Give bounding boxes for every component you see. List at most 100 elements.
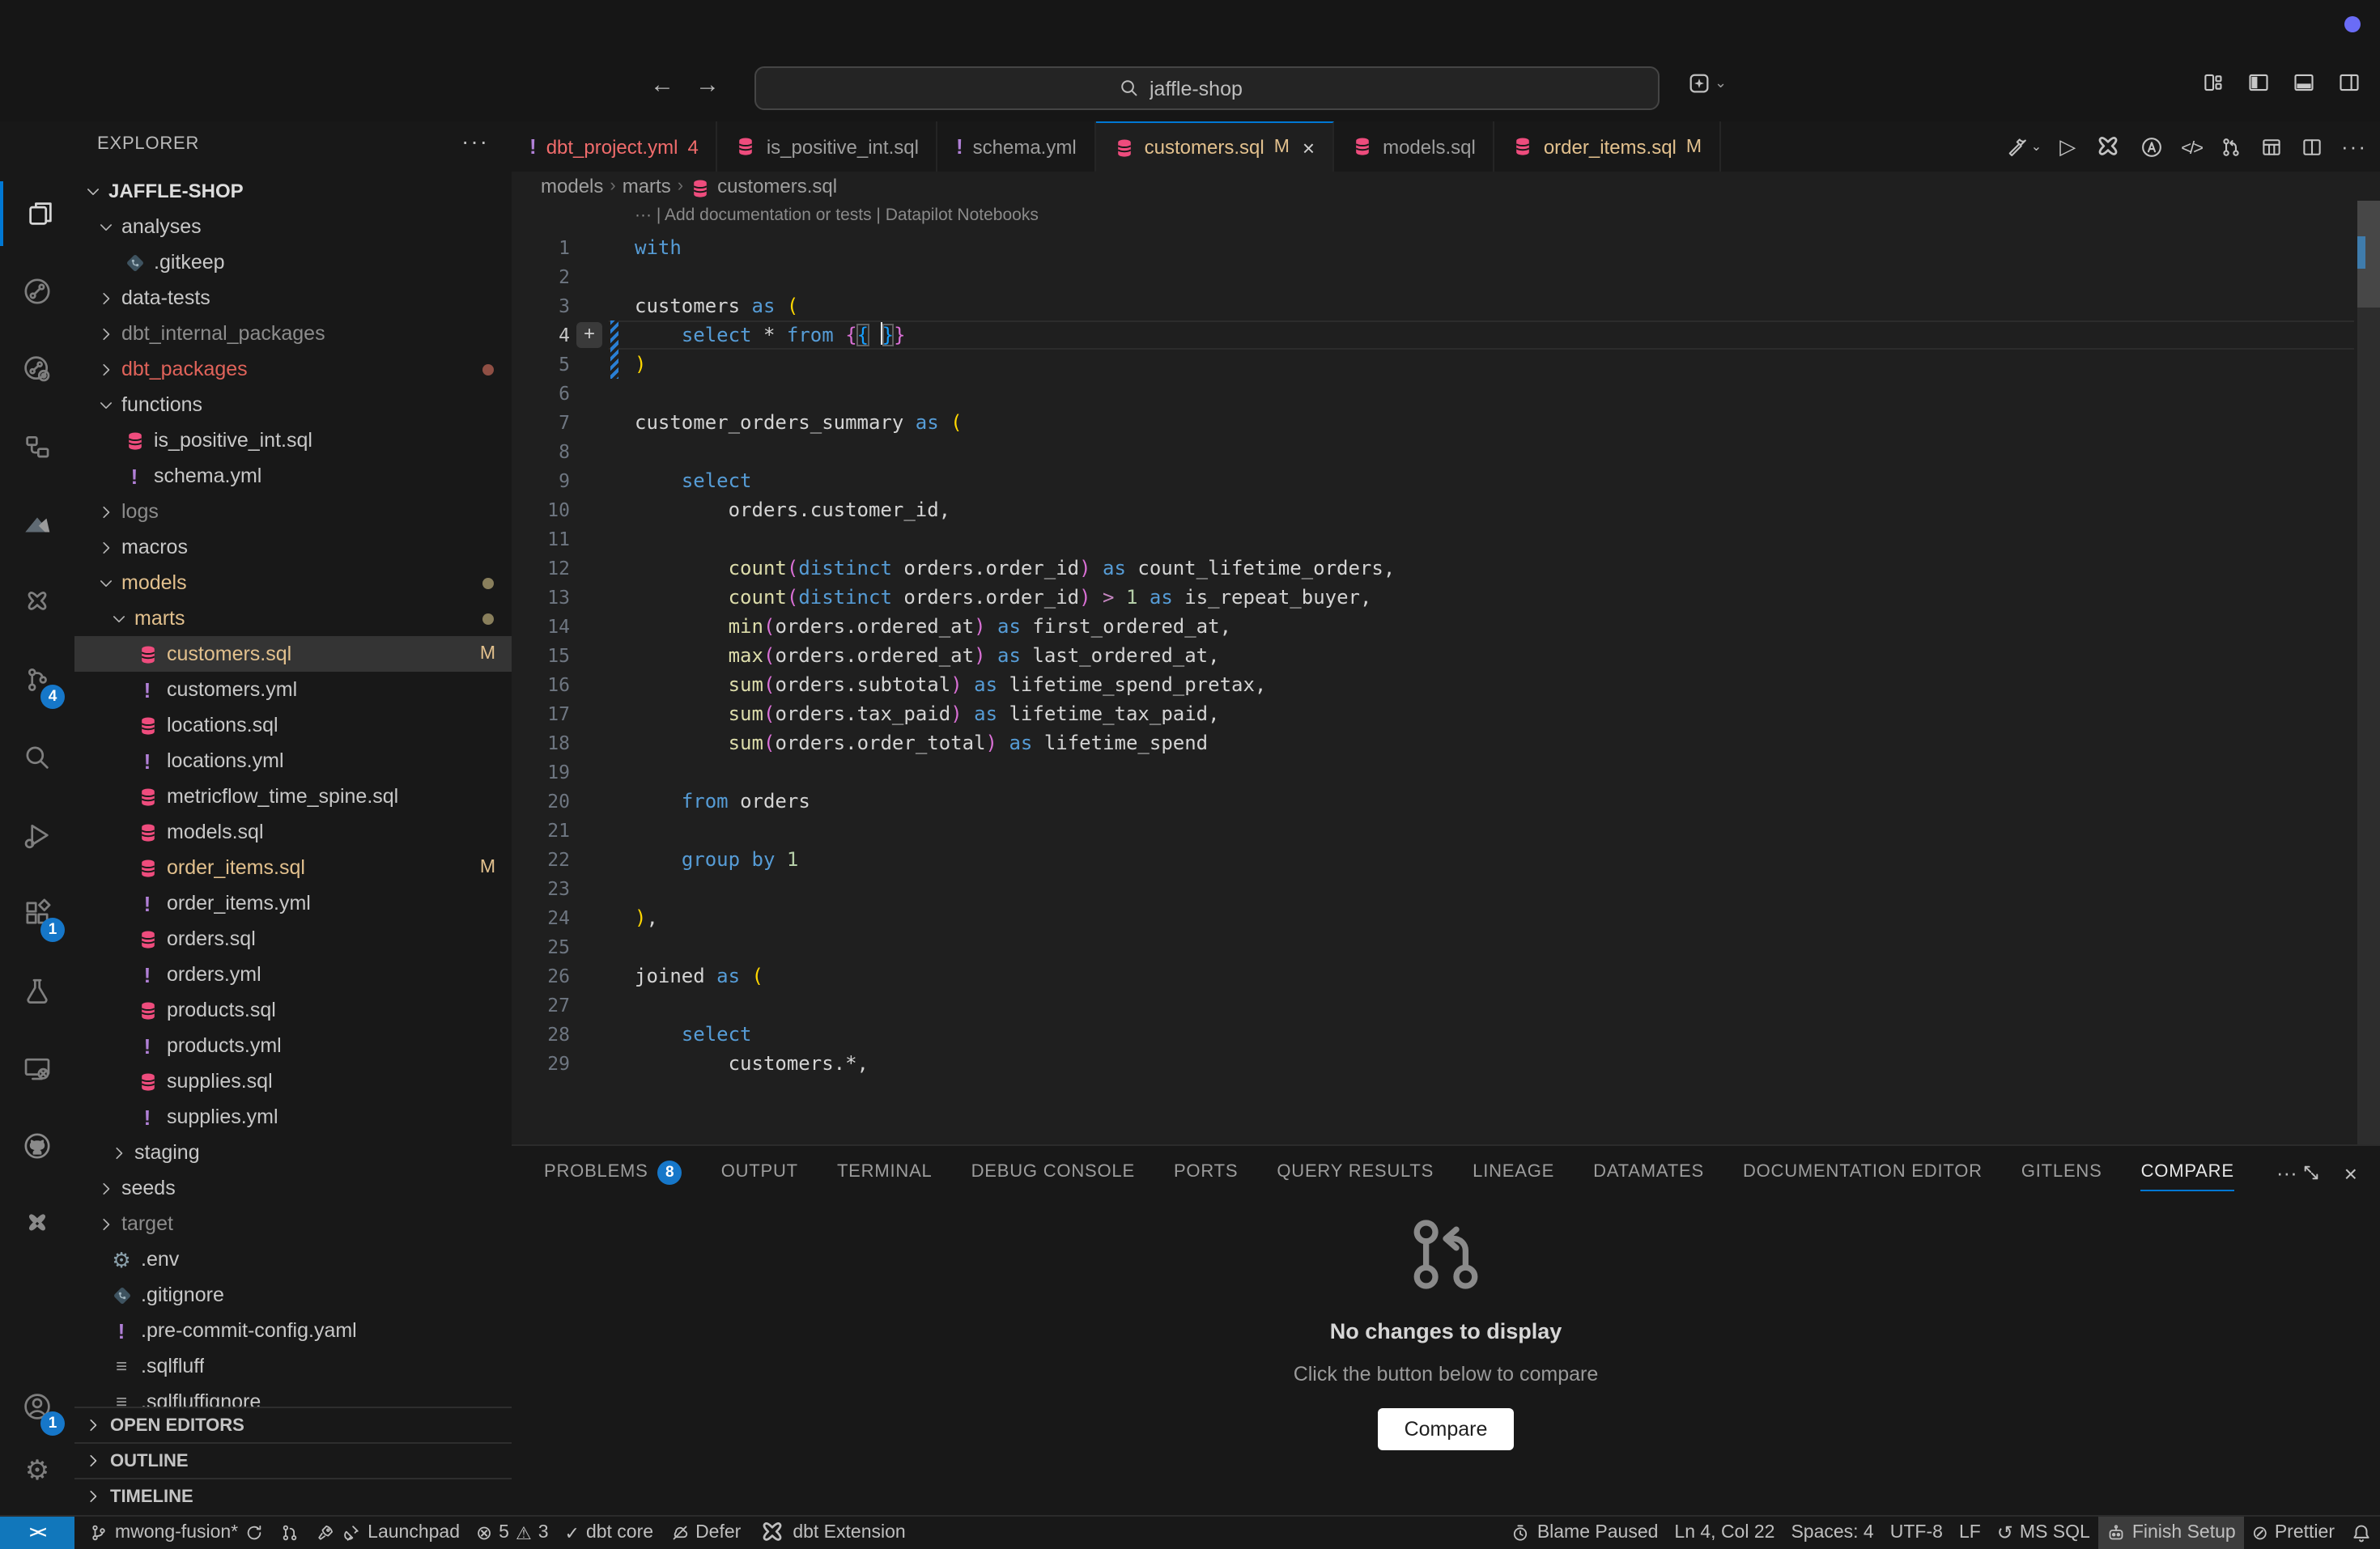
status-compare-changes[interactable] (272, 1517, 308, 1549)
sidebar-section-open-editors[interactable]: OPEN EDITORS (74, 1407, 512, 1442)
panel-tab-output[interactable]: OUTPUT (721, 1146, 798, 1199)
panel-tab-terminal[interactable]: TERMINAL (837, 1146, 933, 1199)
tree-item-is-positive-int-sql[interactable]: is_positive_int.sql (74, 422, 512, 458)
codelens[interactable]: ··· | Add documentation or tests | Datap… (635, 206, 1039, 225)
tree-item-seeds[interactable]: seeds (74, 1170, 512, 1206)
tree-item-order-items-sql[interactable]: order_items.sqlM (74, 850, 512, 885)
activity-item-search[interactable] (0, 725, 74, 790)
breadcrumb-item[interactable]: marts (623, 175, 671, 197)
breadcrumb[interactable]: models›marts›customers.sql (512, 172, 2380, 201)
activity-item-remote-explorer[interactable] (0, 1036, 74, 1101)
copilot-button[interactable]: ⌄ (1687, 71, 1727, 95)
tree-item-order-items-yml[interactable]: !order_items.yml (74, 885, 512, 921)
activity-item-commit-graph[interactable] (0, 259, 74, 324)
tree-item-orders-yml[interactable]: !orders.yml (74, 957, 512, 992)
tree-item-logs[interactable]: logs (74, 494, 512, 529)
tree-item-orders-sql[interactable]: orders.sql (74, 921, 512, 957)
tab-models-sql[interactable]: models.sql (1334, 121, 1495, 172)
panel-tab-lineage[interactable]: LINEAGE (1473, 1146, 1554, 1199)
tree-item-schema-yml[interactable]: !schema.yml (74, 458, 512, 494)
activity-item-extensions[interactable]: 1 (0, 881, 74, 945)
tree-item-customers-sql[interactable]: customers.sqlM (74, 636, 512, 672)
tree-item-products-yml[interactable]: !products.yml (74, 1028, 512, 1063)
tree-item-pre-commit-config-yaml[interactable]: !.pre-commit-config.yaml (74, 1313, 512, 1348)
tree-item-env[interactable]: ⚙.env (74, 1241, 512, 1277)
panel-tab-datamates[interactable]: DATAMATES (1593, 1146, 1704, 1199)
panel-left-icon[interactable] (2247, 71, 2270, 94)
editor-action-split-editor[interactable] (2301, 135, 2323, 158)
editor-action-run[interactable]: ▷ (2059, 132, 2076, 161)
tree-item-models[interactable]: models (74, 565, 512, 601)
breadcrumb-item[interactable]: models (541, 175, 603, 197)
workspace-root-folder[interactable]: JAFFLE-SHOP (74, 173, 512, 209)
activity-item-gitlens-inspect[interactable] (0, 337, 74, 401)
nav-forward-button[interactable]: → (691, 71, 724, 99)
tree-item-products-sql[interactable]: products.sql (74, 992, 512, 1028)
status-cursor-position[interactable]: Ln 4, Col 22 (1666, 1517, 1783, 1549)
status-blame[interactable]: Blame Paused (1503, 1517, 1667, 1549)
layout-grid-icon[interactable] (2202, 71, 2225, 94)
tree-item-dbt-packages[interactable]: dbt_packages (74, 351, 512, 387)
tree-item-data-tests[interactable]: data-tests (74, 280, 512, 316)
activity-item-altimate[interactable] (0, 492, 74, 557)
editor-action-git-pull-request[interactable] (2220, 135, 2242, 158)
status-language-mode[interactable]: ↺MS SQL (1989, 1517, 2098, 1549)
tab-dbt-project-yml[interactable]: !dbt_project.yml4 (512, 121, 718, 172)
tree-item-supplies-sql[interactable]: supplies.sql (74, 1063, 512, 1099)
status-branch[interactable]: mwong-fusion* (81, 1517, 272, 1549)
tab-customers-sql[interactable]: customers.sqlM× (1096, 121, 1334, 172)
editor-action-build[interactable]: ⌄ (2007, 135, 2042, 158)
tree-item-gitignore[interactable]: .gitignore (74, 1277, 512, 1313)
status-dbt-core[interactable]: ✓dbt core (557, 1517, 662, 1549)
panel-right-icon[interactable] (2338, 71, 2361, 94)
tree-item-customers-yml[interactable]: !customers.yml (74, 672, 512, 707)
editor-action-more-actions[interactable]: ··· (2341, 132, 2367, 161)
tab-schema-yml[interactable]: !schema.yml (938, 121, 1096, 172)
close-panel-icon[interactable]: × (2344, 1160, 2357, 1186)
editor-action-query-results[interactable] (2260, 135, 2283, 158)
activity-item-github[interactable] (0, 1114, 74, 1178)
status-launchpad[interactable]: Launchpad (308, 1517, 468, 1549)
status-finish-setup[interactable]: Finish Setup (2098, 1517, 2244, 1549)
breadcrumb-item[interactable]: customers.sql (717, 175, 837, 197)
status-encoding[interactable]: UTF-8 (1882, 1517, 1951, 1549)
tree-item-staging[interactable]: staging (74, 1135, 512, 1170)
tree-item-models-sql[interactable]: models.sql (74, 814, 512, 850)
tree-item-supplies-yml[interactable]: !supplies.yml (74, 1099, 512, 1135)
panel-tab-compare[interactable]: COMPARE (2141, 1146, 2234, 1199)
panel-tab-query-results[interactable]: QUERY RESULTS (1277, 1146, 1434, 1199)
command-center-search[interactable] (754, 66, 1660, 110)
status-problems[interactable]: ⊗5⚠3 (468, 1517, 557, 1549)
tree-item-sqlfluffignore[interactable]: ≡.sqlfluffignore (74, 1384, 512, 1407)
tree-item-macros[interactable]: macros (74, 529, 512, 565)
tab-order-items-sql[interactable]: order_items.sqlM (1495, 121, 1721, 172)
tree-item-dbt-internal-packages[interactable]: dbt_internal_packages (74, 316, 512, 351)
activity-item-explorer[interactable] (0, 181, 78, 246)
tree-item-gitkeep[interactable]: .gitkeep (74, 244, 512, 280)
activity-item-datamates[interactable] (0, 414, 74, 479)
activity-item-accounts[interactable]: 1 (0, 1374, 74, 1439)
code-editor[interactable]: ··· | Add documentation or tests | Datap… (512, 201, 2380, 1144)
tree-item-locations-sql[interactable]: locations.sql (74, 707, 512, 743)
sidebar-section-timeline[interactable]: TIMELINE (74, 1478, 512, 1513)
panel-tab-debug-console[interactable]: DEBUG CONSOLE (971, 1146, 1135, 1199)
panel-more-tabs-button[interactable]: ··· (2276, 1161, 2297, 1185)
sidebar-section-outline[interactable]: OUTLINE (74, 1442, 512, 1478)
activity-item-dbt-filled[interactable] (0, 1191, 74, 1256)
editor-action-compiled-code[interactable]: </> (2181, 132, 2202, 161)
tree-item-target[interactable]: target (74, 1206, 512, 1241)
panel-tab-documentation-editor[interactable]: DOCUMENTATION EDITOR (1743, 1146, 1983, 1199)
editor-scrollbar[interactable] (2357, 201, 2380, 1144)
status-prettier[interactable]: ⊘Prettier (2244, 1517, 2343, 1549)
activity-item-settings[interactable]: ⚙ (0, 1439, 74, 1504)
status-indentation[interactable]: Spaces: 4 (1783, 1517, 1881, 1549)
editor-action-datapilot[interactable] (2140, 135, 2163, 158)
tab-is-positive-int-sql[interactable]: is_positive_int.sql (718, 121, 938, 172)
panel-tab-problems[interactable]: PROBLEMS8 (544, 1146, 682, 1199)
activity-item-run-debug[interactable] (0, 803, 74, 868)
add-line-action-button[interactable]: + (576, 322, 602, 348)
status-remote[interactable]: >< (0, 1517, 74, 1549)
panel-tab-gitlens[interactable]: GITLENS (2021, 1146, 2102, 1199)
panel-tab-ports[interactable]: PORTS (1174, 1146, 1238, 1199)
panel-bottom-icon[interactable] (2293, 71, 2315, 94)
